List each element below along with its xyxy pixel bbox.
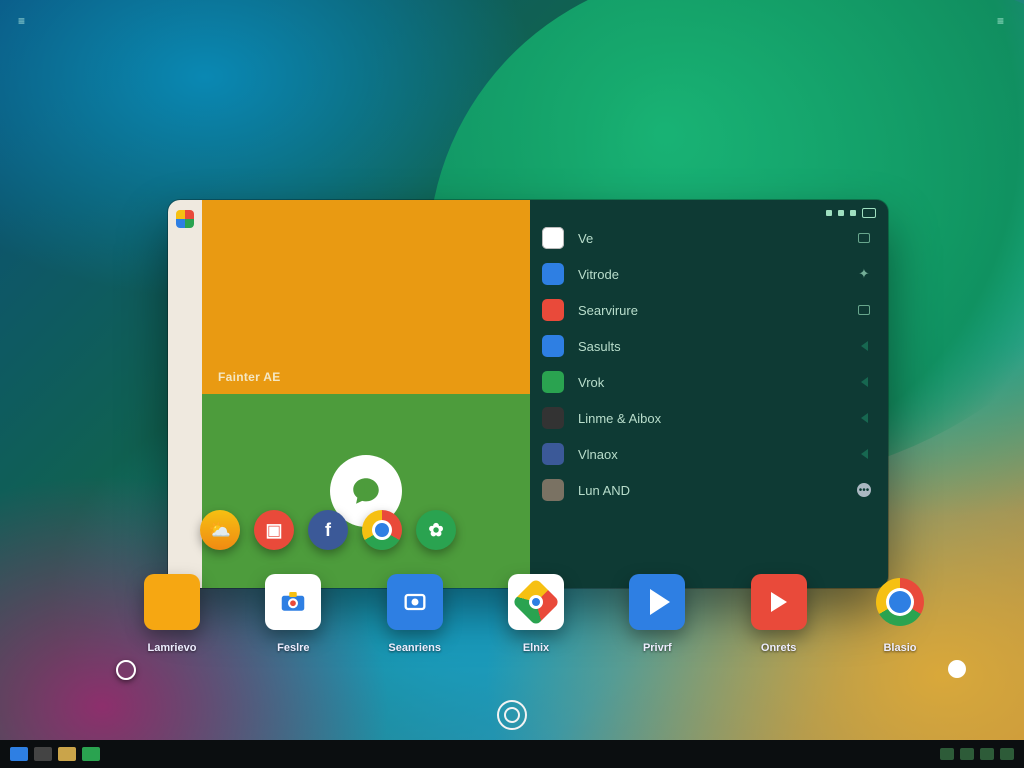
app-dock: Lamrievo Feslre Seanriens Elnix Privrf Onrets…	[120, 574, 952, 654]
facebook-icon[interactable]: f	[308, 510, 348, 550]
launcher-item-chevron-icon: •••	[856, 482, 872, 498]
dock-item-label: Blasio	[883, 642, 916, 654]
launcher-item-6[interactable]: Vlnaox	[542, 436, 872, 472]
dock-item-seanriens[interactable]: Seanriens	[363, 574, 467, 654]
diamond-icon	[508, 574, 564, 630]
dock-item-label: Privrf	[643, 642, 672, 654]
system-tray[interactable]	[940, 748, 1014, 760]
launcher-tile-featured[interactable]: Fainter AE	[202, 200, 530, 394]
dock-item-label: Onrets	[761, 642, 796, 654]
video-app-icon	[387, 574, 443, 630]
chrome-app-icon	[872, 574, 928, 630]
windows-tile-icon	[144, 574, 200, 630]
dock-item-label: Feslre	[277, 642, 309, 654]
leaf-icon[interactable]: ✿	[416, 510, 456, 550]
dock-item-onrets[interactable]: Onrets	[727, 574, 831, 654]
dock-item-label: Elnix	[523, 642, 549, 654]
video-icon[interactable]: ▣	[254, 510, 294, 550]
launcher-item-chevron-icon	[856, 338, 872, 354]
search-icon	[542, 335, 564, 357]
launcher-item-label: Searvirure	[578, 303, 638, 318]
launcher-item-label: Ve	[578, 231, 593, 246]
launcher-item-0[interactable]: Ve	[542, 220, 872, 256]
launcher-item-1[interactable]: Vitrode ✦	[542, 256, 872, 292]
camera-icon	[265, 574, 321, 630]
chrome-icon[interactable]	[362, 510, 402, 550]
launcher-status-tray	[826, 208, 876, 218]
dock-item-blasio[interactable]: Blasio	[848, 574, 952, 654]
launcher-item-chevron-icon	[856, 410, 872, 426]
launcher-app-list: Ve Vitrode ✦ Searvirure Sasults Vrok Linme & A…	[530, 200, 888, 588]
launcher-item-label: Vitrode	[578, 267, 619, 282]
weather-icon[interactable]: ⛅	[200, 510, 240, 550]
net-icon[interactable]	[940, 748, 954, 760]
top-right-marker: ≡	[997, 14, 1006, 28]
youtube-icon	[751, 574, 807, 630]
launcher-item-2[interactable]: Searvirure	[542, 292, 872, 328]
folder-icon[interactable]	[58, 747, 76, 761]
folder-icon	[542, 407, 564, 429]
launcher-item-label: Sasults	[578, 339, 621, 354]
battery-icon	[862, 208, 876, 218]
browser-icon	[542, 227, 564, 249]
text-icon	[542, 479, 564, 501]
clock-icon[interactable]	[1000, 748, 1014, 760]
app-icon[interactable]	[82, 747, 100, 761]
launcher-tile-chat[interactable]	[202, 394, 530, 588]
dock-item-label: Seanriens	[388, 642, 441, 654]
quick-launch-row: ⛅ ▣ f ✿	[200, 510, 456, 550]
launcher-item-label: Vrok	[578, 375, 604, 390]
nav-back-circle[interactable]	[116, 660, 136, 680]
system-taskbar[interactable]	[0, 740, 1024, 768]
desktop-wallpaper: ≡ ≡ Fainter AE Ve Vitrode ✦ Searvirure Sasul…	[0, 0, 1024, 768]
launcher-item-3[interactable]: Sasults	[542, 328, 872, 364]
launcher-logo-icon[interactable]	[176, 210, 194, 228]
dock-item-label: Lamrievo	[148, 642, 197, 654]
dock-item-lamrievo[interactable]: Lamrievo	[120, 574, 224, 654]
dock-item-privrf[interactable]: Privrf	[605, 574, 709, 654]
launcher-item-7[interactable]: Lun AND •••	[542, 472, 872, 508]
launcher-item-chevron-icon	[856, 302, 872, 318]
launcher-item-chevron-icon	[856, 374, 872, 390]
launcher-item-4[interactable]: Vrok	[542, 364, 872, 400]
batt-icon[interactable]	[980, 748, 994, 760]
vol-icon[interactable]	[960, 748, 974, 760]
launcher-item-chevron-icon: ✦	[856, 266, 872, 282]
top-left-marker: ≡	[18, 14, 27, 28]
dock-item-elnix[interactable]: Elnix	[484, 574, 588, 654]
launcher-item-5[interactable]: Linme & Aibox	[542, 400, 872, 436]
launcher-item-label: Lun AND	[578, 483, 630, 498]
mail-icon	[542, 299, 564, 321]
dock-item-feslre[interactable]: Feslre	[241, 574, 345, 654]
launcher-item-chevron-icon	[856, 446, 872, 462]
play-icon	[629, 574, 685, 630]
chat-icon	[542, 371, 564, 393]
tile-caption: Fainter AE	[218, 370, 281, 384]
launcher-item-label: Linme & Aibox	[578, 411, 661, 426]
launcher-item-chevron-icon	[856, 230, 872, 246]
start-button[interactable]	[10, 747, 28, 761]
social-icon	[542, 443, 564, 465]
doc-icon	[542, 263, 564, 285]
launcher-item-label: Vlnaox	[578, 447, 618, 462]
nav-recent-dot[interactable]	[948, 660, 966, 678]
launcher-sidebar-strip	[168, 200, 202, 588]
search-icon[interactable]	[34, 747, 52, 761]
home-button[interactable]	[497, 700, 527, 730]
